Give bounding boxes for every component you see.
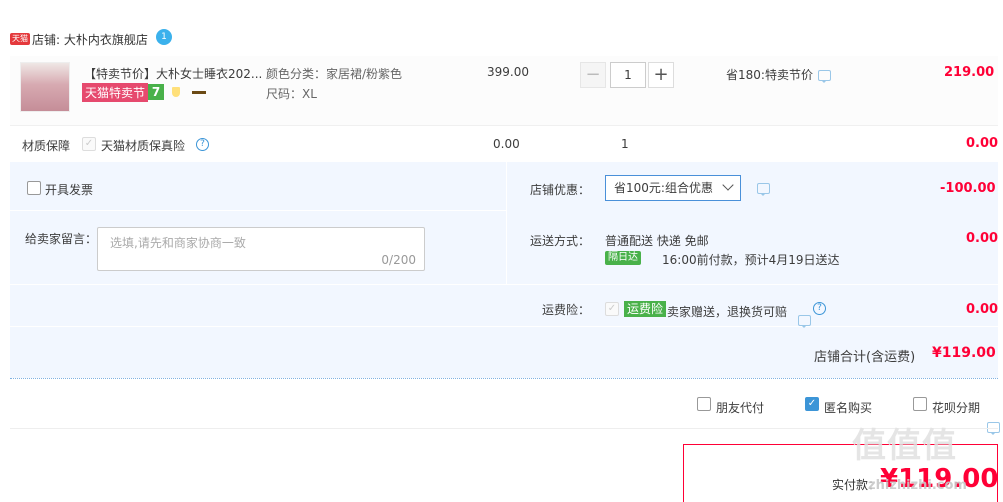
freight-insurance-badge: 运费险 (624, 301, 667, 317)
shop-discount-value: 省100元:组合优惠 (614, 181, 713, 195)
tmall-badge: 天猫 (10, 33, 30, 45)
anonymous-label: 匿名购买 (824, 401, 873, 415)
shop-name[interactable]: 店铺: 大朴内衣旗舰店 (32, 31, 148, 48)
panel-vertical-divider (506, 162, 507, 284)
item-row: 【特卖节价】大朴女士睡衣202... 天猫特卖节 7 颜色分类：家居裙/粉紫色 … (10, 56, 998, 126)
insurance-total: 0.00 (966, 136, 999, 151)
help-icon[interactable]: ? (196, 138, 209, 151)
panel-divider (10, 210, 506, 211)
panel-divider (10, 326, 998, 327)
help-icon[interactable]: ? (813, 302, 826, 315)
freight-insurance-cost: 0.00 (966, 302, 999, 317)
friend-pay-label: 朋友代付 (716, 401, 765, 415)
seller-message-counter: 0/200 (381, 253, 416, 267)
insurance-checkbox[interactable]: ✓ (82, 137, 96, 151)
chat-icon[interactable] (757, 183, 770, 196)
shop-total-amount: ¥119.00 (932, 345, 996, 361)
freight-insurance-label: 运费险： (542, 303, 591, 317)
shop-header: 天猫 店铺: 大朴内衣旗舰店 (10, 30, 210, 48)
seller-message-placeholder: 选填,请先和商家协商一致 (110, 236, 246, 250)
sku-color: 颜色分类：家居裙/粉紫色 (266, 67, 403, 81)
options-divider (10, 428, 998, 429)
panel-divider (10, 284, 998, 285)
shop-discount-label: 店铺优惠： (530, 183, 591, 197)
quantity-increase-button[interactable]: + (648, 62, 674, 88)
seven-day-return-icon: 7 (148, 84, 164, 100)
shipping-eta: 16:00前付款，预计4月19日送达 (662, 253, 840, 267)
huabei-checkbox[interactable] (913, 397, 927, 411)
shop-discount-select[interactable]: 省100元:组合优惠 (605, 175, 741, 201)
shop-discount-amount: -100.00 (940, 181, 996, 196)
friend-pay-checkbox[interactable] (697, 397, 711, 411)
insurance-price: 0.00 (493, 137, 520, 151)
insurance-option-label: 天猫材质保真险 (101, 139, 186, 153)
chat-bubble-icon[interactable]: 1 (156, 29, 172, 45)
insurance-section-label: 材质保障 (22, 139, 71, 153)
seller-message-label: 给卖家留言： (25, 232, 98, 246)
insurance-row: 材质保障 ✓ 天猫材质保真险 ? 0.00 1 0.00 (10, 130, 998, 158)
watermark-url: zhizhizhi.com (868, 478, 967, 493)
chat-icon[interactable] (818, 70, 831, 83)
chat-icon[interactable] (798, 315, 811, 328)
watermark-logo: 值值值 (852, 426, 957, 466)
shop-total-label: 店铺合计(含运费) (814, 350, 916, 365)
shipping-cost: 0.00 (966, 231, 999, 246)
next-day-badge: 隔日达 (605, 251, 641, 265)
promo-label: 省180:特卖节价 (726, 68, 813, 82)
shipping-method: 普通配送 快递 免邮 (605, 234, 709, 248)
invoice-checkbox[interactable] (27, 181, 41, 195)
sku-size: 尺码：XL (266, 87, 317, 101)
huabei-label: 花呗分期 (932, 401, 981, 415)
product-thumbnail[interactable] (20, 62, 70, 112)
anonymous-checkbox[interactable]: ✓ (805, 397, 819, 411)
quantity-decrease-button[interactable]: − (580, 62, 606, 88)
item-subtotal: 219.00 (944, 65, 995, 80)
panel-bottom-border (10, 378, 998, 379)
product-title[interactable]: 【特卖节价】大朴女士睡衣202... (84, 65, 264, 82)
unit-price: 399.00 (487, 65, 529, 79)
freight-insurance-desc: 卖家赠送，退换货可赔 (667, 305, 788, 319)
seller-message-input[interactable]: 选填,请先和商家协商一致 0/200 (97, 227, 425, 271)
invoice-label: 开具发票 (45, 183, 94, 197)
tmall-sale-tag: 天猫特卖节 (82, 83, 149, 102)
quantity-input[interactable]: 1 (610, 62, 646, 88)
chevron-down-icon (722, 179, 734, 191)
freight-insurance-checkbox[interactable]: ✓ (605, 302, 619, 316)
shipping-label: 运送方式： (530, 234, 591, 248)
insurance-qty: 1 (621, 137, 629, 151)
